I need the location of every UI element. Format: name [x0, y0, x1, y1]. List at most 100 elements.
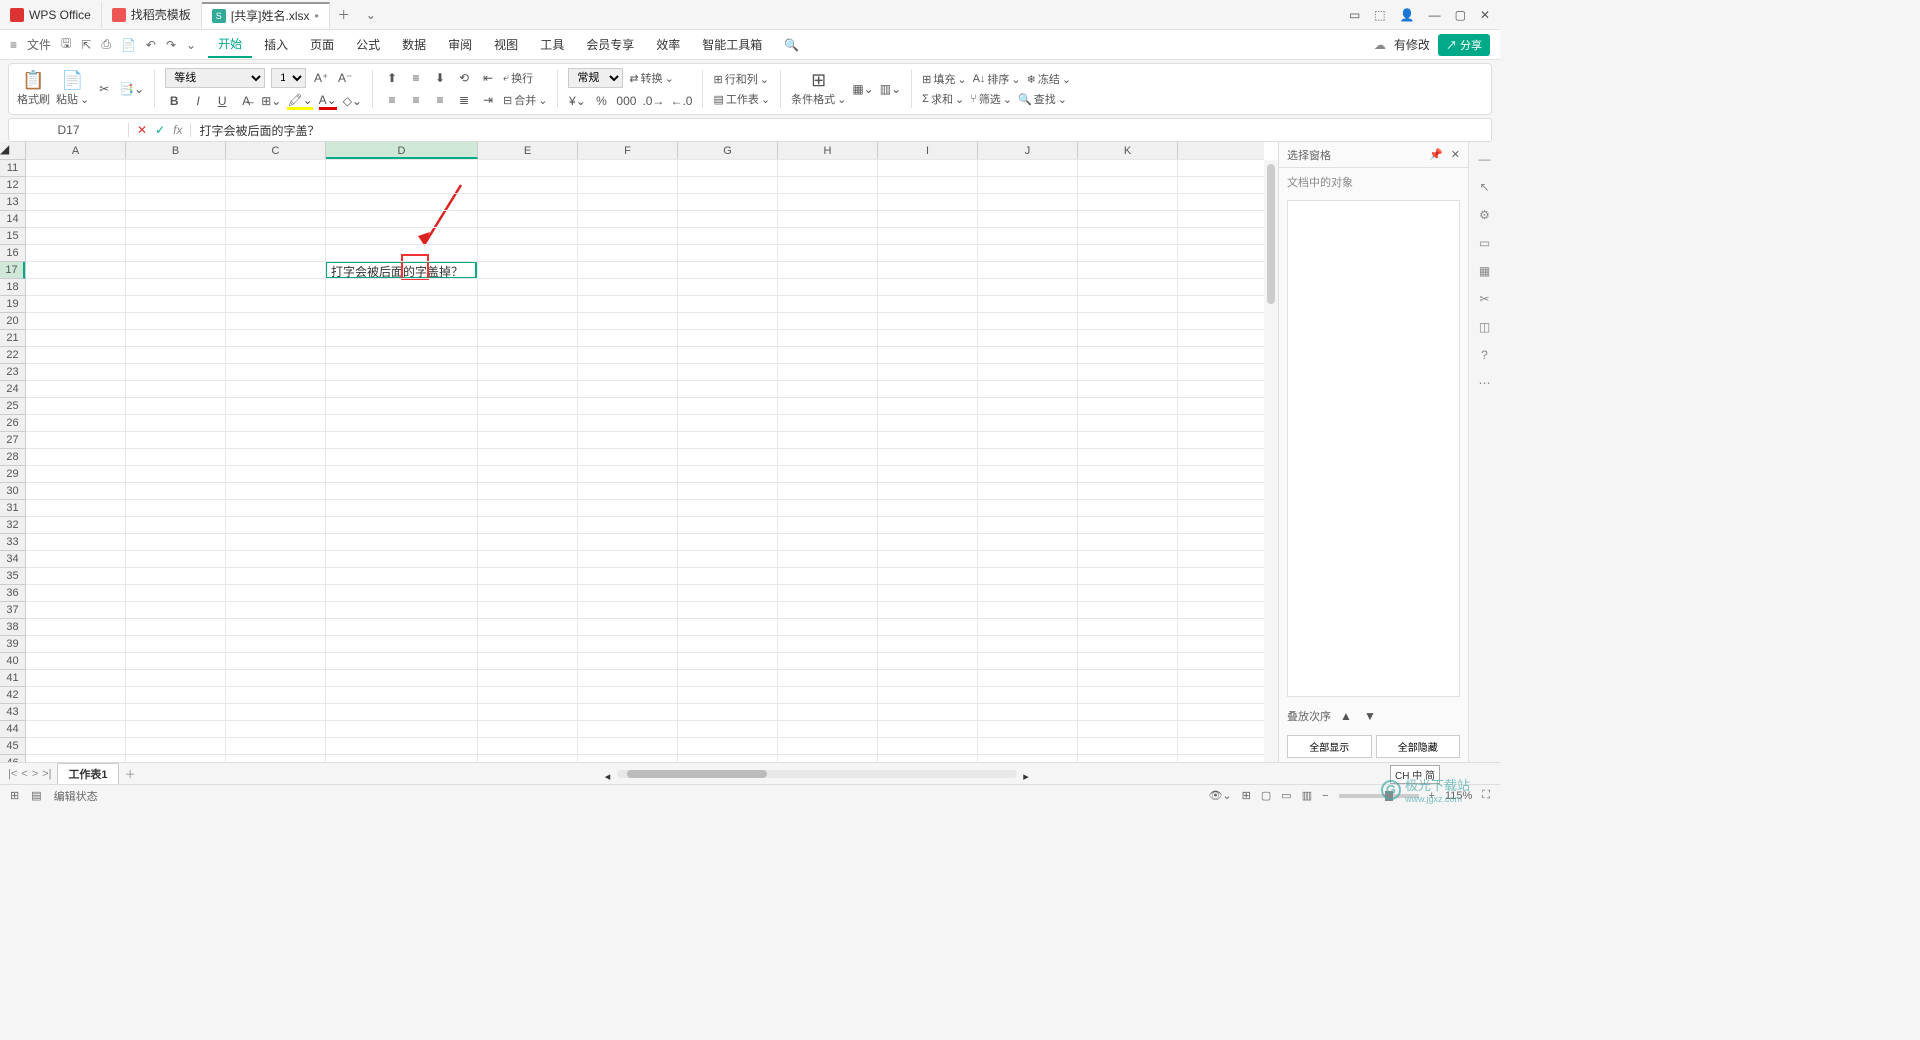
column-header[interactable]: K — [1078, 142, 1178, 159]
last-sheet-icon[interactable]: >| — [42, 768, 51, 780]
row-header[interactable]: 32 — [0, 517, 25, 534]
save-icon[interactable]: 🖫 — [61, 34, 71, 55]
column-header[interactable]: J — [978, 142, 1078, 159]
increase-decimal-icon[interactable]: .0→ — [642, 92, 664, 110]
pin-icon[interactable]: 📌 — [1429, 148, 1443, 161]
align-top-icon[interactable]: ⬆ — [383, 69, 401, 87]
move-down-icon[interactable]: ▼ — [1361, 707, 1379, 725]
menu-insert[interactable]: 插入 — [254, 32, 298, 57]
more-icon[interactable]: ⋯ — [1479, 376, 1491, 390]
maximize-button[interactable]: ▢ — [1455, 8, 1466, 22]
row-header[interactable]: 26 — [0, 415, 25, 432]
decrease-decimal-icon[interactable]: ←.0 — [670, 92, 692, 110]
sort-dropdown[interactable]: A↓ 排序 ⌄ — [973, 71, 1021, 87]
paste-dropdown[interactable]: 粘贴 ⌄ — [56, 91, 89, 107]
align-middle-icon[interactable]: ≡ — [407, 69, 425, 87]
new-tab-button[interactable]: ＋ — [330, 6, 358, 23]
select-tool-icon[interactable]: ↖ — [1479, 180, 1489, 194]
filter-dropdown[interactable]: ⑂ 筛选 ⌄ — [970, 91, 1012, 107]
font-color-dropdown[interactable]: A⌄ — [319, 92, 337, 110]
user-avatar-icon[interactable]: 👤 — [1400, 8, 1415, 22]
row-header[interactable]: 31 — [0, 500, 25, 517]
close-button[interactable]: ✕ — [1480, 8, 1490, 22]
row-header[interactable]: 13 — [0, 194, 25, 211]
row-header[interactable]: 12 — [0, 177, 25, 194]
dropdown-icon[interactable]: ⌄ — [186, 38, 196, 52]
redo-icon[interactable]: ↷ — [166, 38, 176, 52]
row-header[interactable]: 18 — [0, 279, 25, 296]
table-style-icon[interactable]: ▥⌄ — [880, 80, 901, 98]
fx-icon[interactable]: fx — [173, 123, 182, 137]
spreadsheet-grid[interactable]: ◢ ABCDEFGHIJK 11121314151617181920212223… — [0, 142, 1278, 762]
menu-efficiency[interactable]: 效率 — [646, 32, 690, 57]
undo-icon[interactable]: ↶ — [146, 38, 156, 52]
row-header[interactable]: 29 — [0, 466, 25, 483]
fill-color-dropdown[interactable]: 🖍⌄ — [287, 92, 312, 110]
decrease-font-icon[interactable]: A⁻ — [336, 69, 354, 87]
name-box[interactable]: D17 — [9, 123, 129, 137]
row-header[interactable]: 35 — [0, 568, 25, 585]
hide-all-button[interactable]: 全部隐藏 — [1376, 735, 1461, 758]
font-family-select[interactable]: 等线 — [165, 68, 265, 88]
convert-dropdown[interactable]: ⇄ 转换 ⌄ — [629, 70, 673, 86]
eye-icon[interactable]: 👁⌄ — [1208, 789, 1231, 802]
column-header[interactable]: I — [878, 142, 978, 159]
grid-icon[interactable]: ⊞ — [10, 789, 19, 802]
view-layout-icon[interactable]: ▭ — [1281, 789, 1291, 802]
row-header[interactable]: 42 — [0, 687, 25, 704]
column-header[interactable]: H — [778, 142, 878, 159]
find-dropdown[interactable]: 🔍 查找 ⌄ — [1018, 91, 1067, 107]
formula-input[interactable]: 打字会被后面的字盖？ — [191, 122, 1491, 139]
row-header[interactable]: 24 — [0, 381, 25, 398]
merge-dropdown[interactable]: ⊟ 合并 ⌄ — [503, 92, 547, 108]
row-header[interactable]: 16 — [0, 245, 25, 262]
increase-font-icon[interactable]: A⁺ — [312, 69, 330, 87]
collapse-icon[interactable]: — — [1479, 152, 1491, 166]
fill-dropdown[interactable]: ⊞ 填充 ⌄ — [922, 71, 966, 87]
row-header[interactable]: 43 — [0, 704, 25, 721]
hamburger-icon[interactable]: ≡ — [10, 38, 17, 52]
fullscreen-icon[interactable]: ⛶ — [1482, 789, 1490, 802]
gallery-icon[interactable]: ▦ — [1479, 264, 1490, 278]
prev-sheet-icon[interactable]: < — [21, 768, 27, 780]
format-painter-label[interactable]: 格式刷 — [17, 91, 50, 107]
clear-format-dropdown[interactable]: ◇⌄ — [343, 92, 362, 110]
next-sheet-icon[interactable]: > — [32, 768, 38, 780]
conditional-format-dropdown[interactable]: 条件格式 ⌄ — [791, 91, 846, 107]
layers-icon[interactable]: ▭ — [1479, 236, 1490, 250]
menu-page[interactable]: 页面 — [300, 32, 344, 57]
settings-icon[interactable]: ⚙ — [1479, 208, 1490, 222]
align-center-icon[interactable]: ≡ — [407, 91, 425, 109]
tab-document[interactable]: S [共享]姓名.xlsx • — [202, 2, 330, 28]
percent-icon[interactable]: % — [592, 92, 610, 110]
menu-smart-toolbox[interactable]: 智能工具箱 — [692, 32, 772, 57]
currency-icon[interactable]: ¥⌄ — [568, 92, 586, 110]
show-all-button[interactable]: 全部显示 — [1287, 735, 1372, 758]
help-icon[interactable]: ? — [1481, 348, 1488, 362]
menu-tools[interactable]: 工具 — [530, 32, 574, 57]
row-header[interactable]: 21 — [0, 330, 25, 347]
menu-member[interactable]: 会员专享 — [576, 32, 644, 57]
template-icon[interactable]: ◫ — [1479, 320, 1490, 334]
move-up-icon[interactable]: ▲ — [1337, 707, 1355, 725]
close-pane-icon[interactable]: ✕ — [1451, 148, 1460, 161]
changes-label[interactable]: 有修改 — [1394, 36, 1430, 53]
indent-increase-icon[interactable]: ⇥ — [479, 91, 497, 109]
align-bottom-icon[interactable]: ⬇ — [431, 69, 449, 87]
column-header[interactable]: F — [578, 142, 678, 159]
vertical-scrollbar[interactable] — [1264, 160, 1278, 762]
row-header[interactable]: 27 — [0, 432, 25, 449]
file-menu[interactable]: 文件 — [27, 36, 51, 53]
cloud-sync-icon[interactable]: ☁ — [1374, 38, 1386, 52]
underline-button[interactable]: U — [213, 92, 231, 110]
clipboard-icon[interactable]: 📋 — [22, 71, 44, 89]
strikethrough-button[interactable]: A̶ — [237, 92, 255, 110]
row-header[interactable]: 33 — [0, 534, 25, 551]
row-header[interactable]: 34 — [0, 551, 25, 568]
print-preview-icon[interactable]: 📄 — [121, 38, 136, 52]
first-sheet-icon[interactable]: |< — [8, 768, 17, 780]
object-list[interactable] — [1287, 200, 1460, 697]
row-header[interactable]: 46 — [0, 755, 25, 762]
column-header[interactable]: A — [26, 142, 126, 159]
export-icon[interactable]: ⇱ — [81, 38, 91, 52]
